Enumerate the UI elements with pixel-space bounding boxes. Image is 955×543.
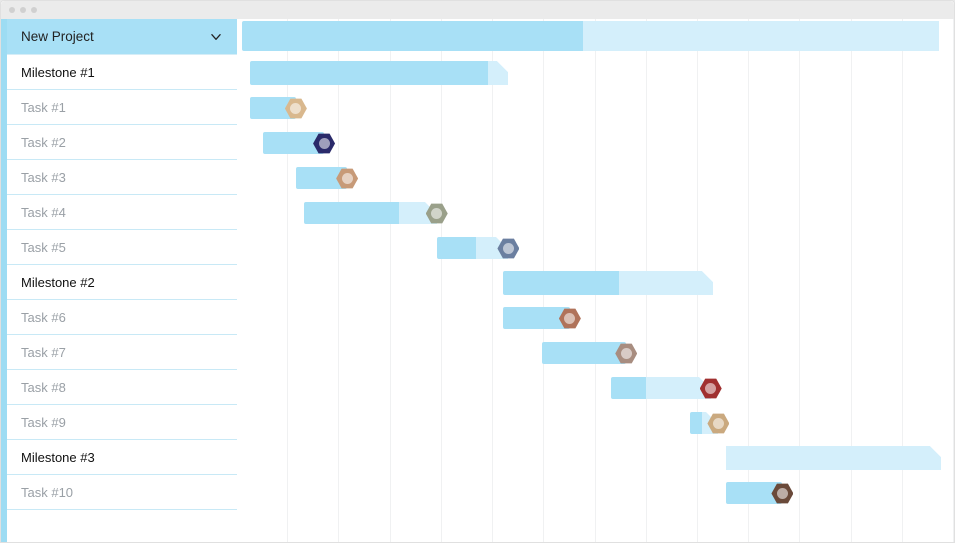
hexagon-icon	[336, 168, 358, 190]
gantt-lane	[237, 266, 954, 301]
assignee-avatar[interactable]	[707, 413, 729, 435]
row-label: Task #2	[21, 135, 66, 150]
gantt-lane	[237, 476, 954, 511]
sidebar-task-row[interactable]: Task #3	[7, 160, 237, 195]
hexagon-icon	[615, 343, 637, 365]
row-label: Task #3	[21, 170, 66, 185]
hexagon-icon	[426, 203, 448, 225]
row-label: Task #9	[21, 415, 66, 430]
hexagon-icon	[700, 378, 722, 400]
hexagon-icon	[771, 483, 793, 505]
gantt-total-bar[interactable]	[242, 21, 939, 51]
gantt-lane	[237, 161, 954, 196]
bar-remaining	[726, 446, 941, 470]
assignee-avatar[interactable]	[700, 378, 722, 400]
sidebar-task-row[interactable]: Task #1	[7, 90, 237, 125]
assignee-avatar[interactable]	[336, 168, 358, 190]
project-selector[interactable]: New Project	[7, 19, 237, 55]
window-titlebar	[1, 1, 954, 19]
row-label: Task #4	[21, 205, 66, 220]
sidebar-task-row[interactable]: Task #9	[7, 405, 237, 440]
assignee-avatar[interactable]	[615, 343, 637, 365]
hexagon-icon	[313, 133, 335, 155]
sidebar: New Project Milestone #1 Task #1 Task #2 Ta…	[1, 19, 237, 542]
gantt-task-bar[interactable]	[611, 377, 711, 399]
assignee-avatar[interactable]	[559, 308, 581, 330]
gantt-lane	[237, 231, 954, 266]
gantt-task-bar[interactable]	[304, 202, 437, 224]
bar-remaining	[619, 271, 713, 295]
gantt-milestone-bar[interactable]	[250, 61, 509, 85]
window-dot-icon	[20, 7, 26, 13]
hexagon-icon	[559, 308, 581, 330]
row-label: Milestone #2	[21, 275, 95, 290]
gantt-lane	[237, 56, 954, 91]
project-title: New Project	[21, 29, 94, 44]
chevron-down-icon	[209, 30, 223, 44]
sidebar-task-row[interactable]: Task #7	[7, 335, 237, 370]
gantt-grid[interactable]	[237, 19, 954, 542]
sidebar-milestone-row[interactable]: Milestone #2	[7, 265, 237, 300]
gantt-milestone-bar[interactable]	[503, 271, 713, 295]
gantt-lane	[237, 21, 954, 55]
row-label: Task #5	[21, 240, 66, 255]
assignee-avatar[interactable]	[497, 238, 519, 260]
gantt-lane	[237, 441, 954, 476]
gantt-lane	[237, 196, 954, 231]
assignee-avatar[interactable]	[285, 98, 307, 120]
row-label: Task #8	[21, 380, 66, 395]
window-dot-icon	[9, 7, 15, 13]
gantt-milestone-bar[interactable]	[726, 446, 941, 470]
sidebar-milestone-row[interactable]: Milestone #3	[7, 440, 237, 475]
bar-remaining	[488, 61, 509, 85]
row-label: Task #7	[21, 345, 66, 360]
hexagon-icon	[497, 238, 519, 260]
hexagon-icon	[285, 98, 307, 120]
gantt-lane	[237, 371, 954, 406]
sidebar-task-row[interactable]: Task #8	[7, 370, 237, 405]
sidebar-task-row[interactable]: Task #4	[7, 195, 237, 230]
gantt-lane	[237, 336, 954, 371]
assignee-avatar[interactable]	[426, 203, 448, 225]
row-label: Milestone #1	[21, 65, 95, 80]
sidebar-task-row[interactable]: Task #5	[7, 230, 237, 265]
row-label: Task #10	[21, 485, 73, 500]
row-label: Milestone #3	[21, 450, 95, 465]
gantt-lane	[237, 126, 954, 161]
sidebar-milestone-row[interactable]: Milestone #1	[7, 55, 237, 90]
assignee-avatar[interactable]	[313, 133, 335, 155]
window-dot-icon	[31, 7, 37, 13]
sidebar-task-row[interactable]: Task #10	[7, 475, 237, 510]
sidebar-task-row[interactable]: Task #2	[7, 125, 237, 160]
gantt-task-bar[interactable]	[542, 342, 627, 364]
gantt-lane	[237, 406, 954, 441]
hexagon-icon	[707, 413, 729, 435]
assignee-avatar[interactable]	[771, 483, 793, 505]
bar-remaining	[583, 21, 938, 51]
gantt-lane	[237, 301, 954, 336]
row-label: Task #1	[21, 100, 66, 115]
sidebar-task-row[interactable]: Task #6	[7, 300, 237, 335]
row-label: Task #6	[21, 310, 66, 325]
gantt-lane	[237, 91, 954, 126]
